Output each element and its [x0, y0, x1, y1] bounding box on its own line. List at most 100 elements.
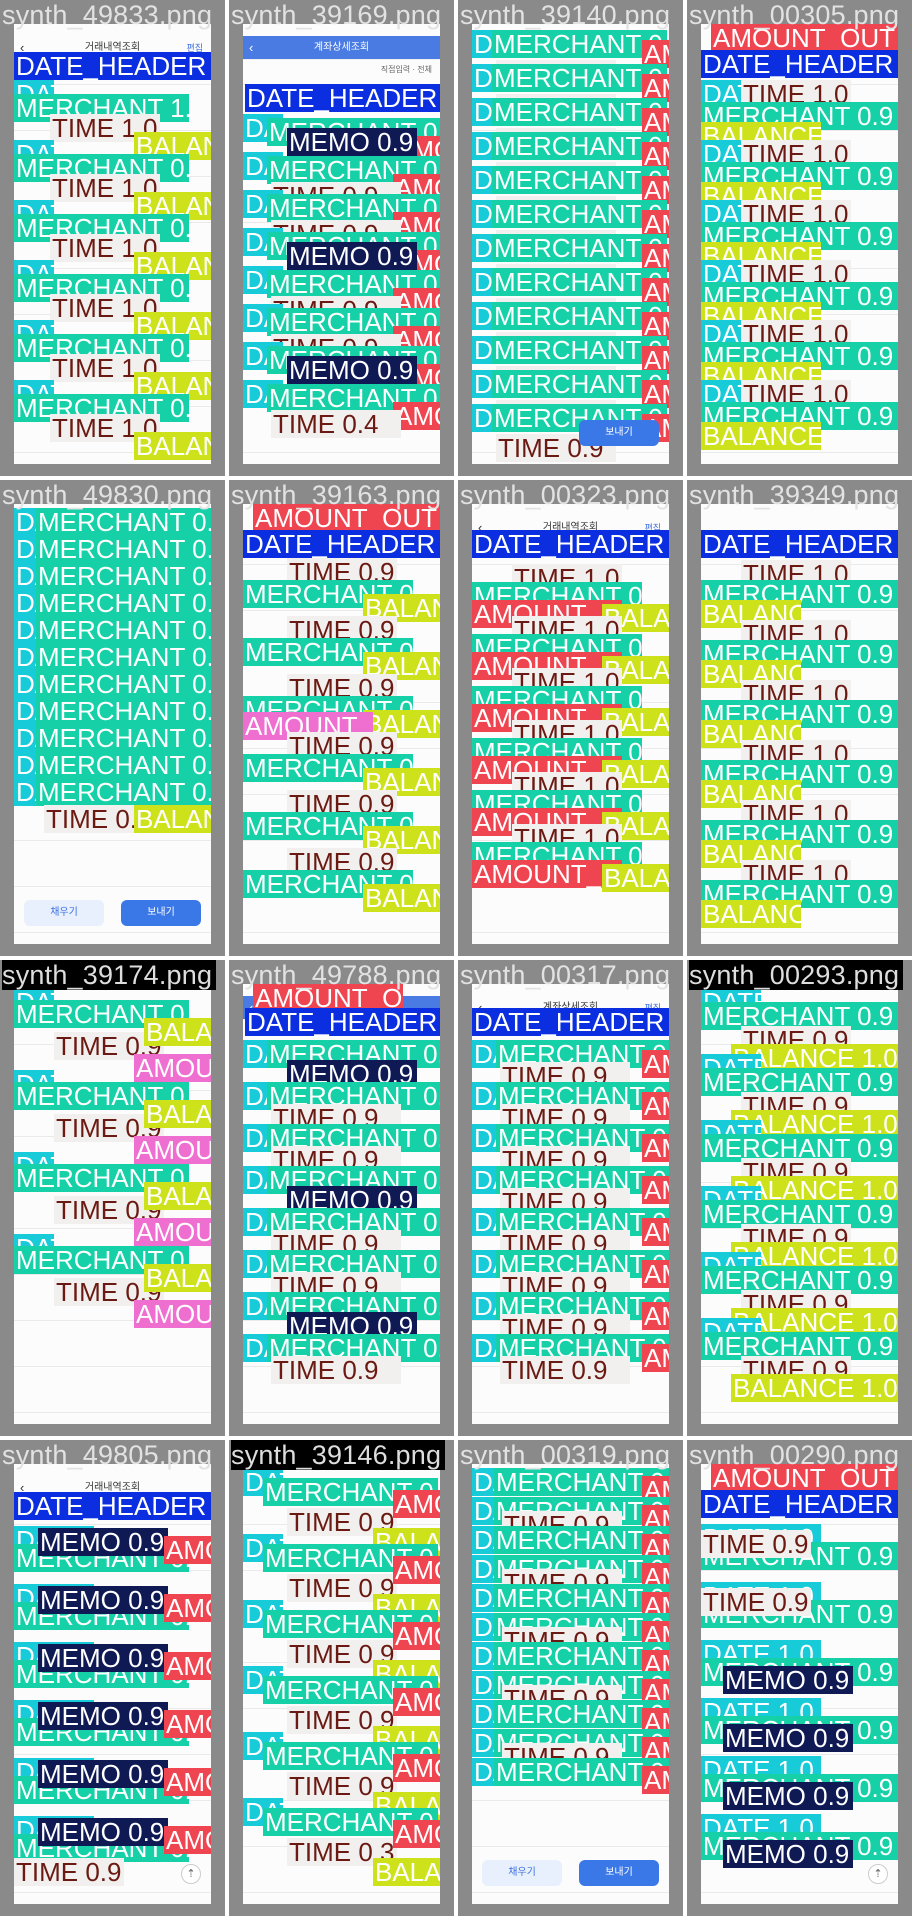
time-annotation: TIME 0.9	[500, 1356, 630, 1384]
amount-out-annotation: AMOUNT_OUT 1.0	[472, 860, 622, 888]
amount-out-annotation: AMOUNT_OUT 1.0	[642, 1302, 669, 1330]
amount-out-annotation: AMOUNT_OUT 1.0	[164, 1826, 211, 1854]
list-divider	[14, 840, 211, 841]
back-icon[interactable]: ‹	[249, 36, 253, 60]
amount-out-annotation: AMOUNT_OUT 1.0	[164, 1710, 211, 1738]
phone-screen: ‹계좌상세조회직접입력 · 전체DATE_HEADER 1.0DATE 1.0M…	[243, 24, 440, 464]
scroll-top-icon[interactable]: ⇡	[868, 1864, 888, 1884]
merchant-annotation: MERCHANT 0.9	[492, 336, 667, 364]
date-header-annotation: DATE_HEADER 1.0	[701, 1490, 898, 1518]
screenshot-cell: synth_39146.pngDATE 1.0MERCHANT 0.9TIME …	[229, 1440, 454, 1916]
list-divider	[472, 932, 669, 933]
phone-screen: DATE 1.0MERCHANT 0.9TIME 0.9BALANCE 1.0A…	[14, 984, 211, 1424]
balance-annotation: BALANCE 1.0	[701, 900, 801, 928]
merchant-annotation: MERCHANT 0.9	[36, 778, 211, 806]
filename-label: synth_49833.png	[2, 0, 213, 30]
filename-label: synth_39169.png	[231, 0, 442, 30]
phone-screen: ‹거래내역조회편집직접입력 · 전체DATE_HEADER 0.9TIME 1.…	[472, 504, 669, 944]
list-divider	[14, 1366, 211, 1367]
screenshot-cell: synth_49833.png‹거래내역조회편집직접입력 · 전체DATE_HE…	[0, 0, 225, 476]
filename-label: synth_39174.png	[2, 960, 217, 990]
filename-label: synth_49788.png	[231, 960, 442, 990]
list-divider	[701, 1412, 898, 1413]
amount-out-annotation: AMOUNT_OUT 1.0	[164, 1594, 211, 1622]
screenshot-cell: synth_39140.pngDATE 1.0MERCHANT 0.9AMOUN…	[458, 0, 683, 476]
filename-label: synth_39146.png	[231, 1440, 446, 1470]
merchant-annotation: MERCHANT 0.9	[36, 751, 211, 779]
merchant-annotation: MERCHANT 0.9	[492, 166, 667, 194]
balance-annotation: BALANCE 1.0	[701, 422, 821, 450]
list-divider	[701, 1570, 898, 1571]
app-title: 계좌상세조회	[313, 42, 370, 53]
list-divider	[701, 452, 898, 453]
time-annotation: TIME 0.9	[44, 805, 144, 833]
merchant-annotation: MERCHANT 0.9	[492, 98, 667, 126]
screenshot-cell: synth_49830.pngDATE 1.0MERCHANT 0.9DATE …	[0, 480, 225, 956]
memo-annotation: MEMO 0.9	[723, 1840, 853, 1868]
list-divider	[472, 1846, 669, 1847]
filename-label: synth_00290.png	[689, 1440, 900, 1470]
balance-annotation: BALANCE 1.0	[144, 1100, 211, 1128]
amount-out-annotation: AMOUNT_OUT 1.0	[393, 1556, 440, 1584]
amount-out-annotation: AMOUNT_OUT 1.0	[393, 1820, 440, 1848]
list-divider	[472, 1892, 669, 1893]
screenshot-cell: synth_00317.png‹계좌상세조회편집직접입력 · 전체DATE_HE…	[458, 960, 683, 1436]
filename-label: synth_39163.png	[231, 480, 442, 510]
balance-annotation: BALANCE 1.0	[731, 1374, 898, 1402]
filter-select[interactable]: 직접입력 · 전체	[381, 64, 432, 75]
phone-screen: DATE 1.0MERCHANT 0.9TIME 0.9AMOUNT_OUT 1…	[243, 1464, 440, 1904]
list-divider	[14, 1524, 211, 1525]
filename-label: synth_39349.png	[689, 480, 900, 510]
list-divider	[243, 452, 440, 453]
phone-screen: ‹거래내역조회편집직접입력 · 전체DATE_HEADER 1.0DATE 1.…	[14, 24, 211, 464]
memo-annotation: MEMO 0.9	[723, 1666, 853, 1694]
screenshot-cell: synth_39349.pngDATE_HEADER 1.0TIME 1.0ME…	[687, 480, 912, 956]
merchant-annotation: MERCHANT 0.9	[36, 697, 211, 725]
phone-screen: DATE_HEADER 1.0TIME 1.0MERCHANT 0.9BALAN…	[701, 504, 898, 944]
memo-annotation: MEMO 0.9	[38, 1760, 168, 1788]
amount-out-annotation: AMOUNT_OUT 1.0	[642, 1766, 669, 1794]
list-divider	[14, 1754, 211, 1755]
merchant-annotation: MERCHANT 0.9	[492, 132, 667, 160]
phone-screen: ‹거래내역조회직접입력 · 전체DATE_HEADER 0.9DATE 1.0M…	[14, 1464, 211, 1904]
fill-button[interactable]: 채우기	[24, 900, 104, 926]
list-divider	[14, 886, 211, 887]
send-button[interactable]: 보내기	[121, 900, 201, 926]
filename-label: synth_00317.png	[460, 960, 671, 990]
merchant-annotation: MERCHANT 0.9	[492, 370, 667, 398]
filename-label: synth_00319.png	[460, 1440, 671, 1470]
memo-annotation: MEMO 0.9	[723, 1724, 853, 1752]
send-button[interactable]: 보내기	[579, 420, 659, 446]
fill-button[interactable]: 채우기	[482, 1860, 562, 1886]
balance-annotation: BALANCE 1.0	[134, 432, 211, 460]
merchant-annotation: MERCHANT 0.9	[492, 200, 667, 228]
screenshot-cell: synth_00323.png‹거래내역조회편집직접입력 · 전체DATE_HE…	[458, 480, 683, 956]
balance-annotation: BALANCE 1.0	[134, 805, 211, 833]
memo-annotation: MEMO 0.9	[723, 1782, 853, 1810]
merchant-annotation: MERCHANT 0.9	[36, 616, 211, 644]
memo-annotation: MEMO 0.9	[287, 128, 417, 156]
amount-out-annotation: AMOUNT_OUT 1.0	[393, 1622, 440, 1650]
amount-out-annotation: AMOUNT_OUT 1.0	[642, 1050, 669, 1078]
filename-label: synth_49830.png	[2, 480, 213, 510]
list-divider	[243, 932, 440, 933]
phone-screen: AMOUNT_OUT 1.0DATE_HEADER 1.0DATE 1.0TIM…	[701, 24, 898, 464]
phone-screen: AMOUNT_OUT 1.0DATE_HEADER 1.0TIME 0.9MER…	[243, 504, 440, 944]
screenshot-cell: synth_00293.pngDATE 0.9MERCHANT 0.9TIME …	[687, 960, 912, 1436]
merchant-annotation: MERCHANT 0.9	[36, 562, 211, 590]
balance-annotation: BALANCE 1.0	[144, 1018, 211, 1046]
balance-annotation: BALANCE 1.0	[144, 1264, 211, 1292]
memo-annotation: MEMO 0.9	[38, 1528, 168, 1556]
amount-out-annotation: AMOUNT_OUT 1.0	[164, 1652, 211, 1680]
merchant-annotation: MERCHANT 0.9	[492, 302, 667, 330]
merchant-annotation: MERCHANT 0.9	[36, 724, 211, 752]
date-header-annotation: DATE_HEADER 0.9	[472, 530, 669, 558]
send-button[interactable]: 보내기	[579, 1860, 659, 1886]
filename-label: synth_00293.png	[689, 960, 904, 990]
phone-screen: DATE 0.9MERCHANT 0.9TIME 0.9BALANCE 1.0D…	[701, 984, 898, 1424]
screenshot-cell: synth_00305.pngAMOUNT_OUT 1.0DATE_HEADER…	[687, 0, 912, 476]
scroll-top-icon[interactable]: ⇡	[181, 1864, 201, 1884]
date-header-annotation: DATE_HEADER 1.0	[243, 530, 440, 558]
screenshot-cell: synth_39169.png ‹ 계좌상세조회 직접입력 · 전체 DATE_HEAD…	[229, 0, 454, 476]
date-header-annotation: DATE_HEADER 1.0	[472, 1008, 669, 1036]
